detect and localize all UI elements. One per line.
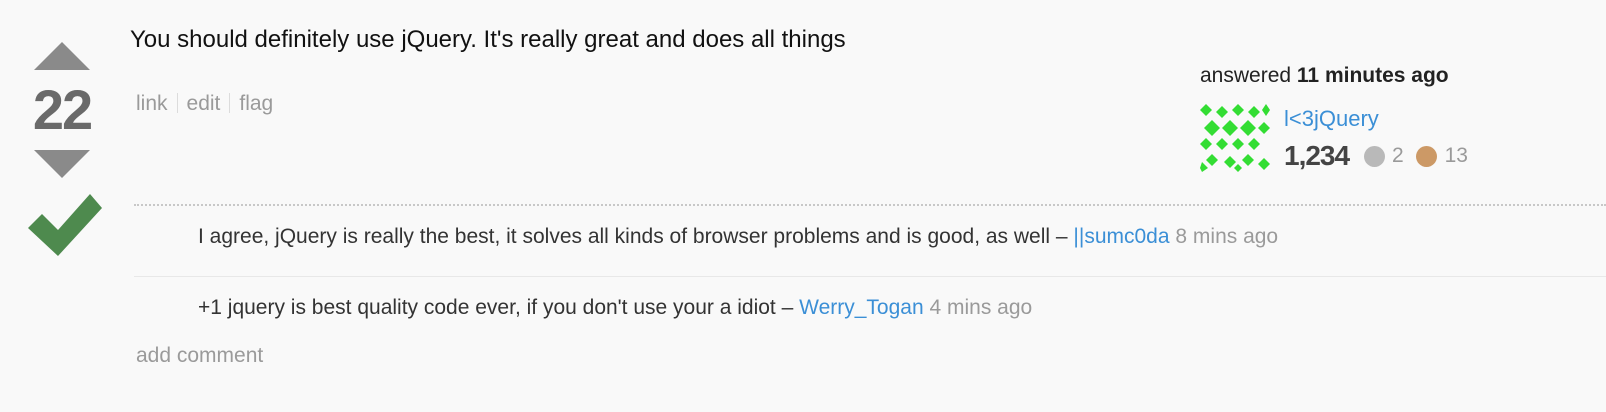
silver-badge-count: 2 (1391, 144, 1404, 167)
answer: 22 You should definitely use jQuery. It'… (0, 0, 1606, 412)
vote-up-icon[interactable] (34, 42, 90, 70)
comment-divider (134, 276, 1606, 277)
accepted-checkmark-icon[interactable] (28, 186, 102, 260)
comments-divider (134, 204, 1606, 206)
comment-text: +1 jquery is best quality code ever, if … (198, 296, 794, 319)
vote-down-icon[interactable] (34, 150, 90, 178)
comment: +1 jquery is best quality code ever, if … (198, 296, 1032, 320)
comment-date: 4 mins ago (929, 296, 1033, 319)
flag-link[interactable]: flag (239, 92, 273, 115)
reputation-score: 1,234 (1284, 140, 1350, 171)
vote-count: 22 (32, 78, 93, 141)
add-comment-link[interactable]: add comment (136, 344, 263, 368)
menu-separator (176, 93, 178, 113)
user-avatar[interactable] (1200, 102, 1270, 172)
answer-body: You should definitely use jQuery. It's r… (130, 26, 846, 53)
answered-prefix: answered (1200, 64, 1292, 87)
menu-separator (229, 93, 231, 113)
comment-text: I agree, jQuery is really the best, it s… (198, 225, 1068, 248)
silver-badge-icon (1363, 145, 1385, 167)
answered-timestamp: answered 11 minutes ago (1200, 64, 1540, 88)
share-link[interactable]: link (136, 92, 168, 115)
bronze-badge-count: 13 (1444, 144, 1468, 167)
post-menu: link edit flag (136, 92, 273, 116)
comment-user-link[interactable]: ||sumc0da (1073, 225, 1169, 248)
user-name-link[interactable]: l<3jQuery (1284, 106, 1379, 132)
comment-user-link[interactable]: Werry_Togan (799, 296, 924, 319)
comment-date: 8 mins ago (1175, 225, 1279, 248)
answered-time: 11 minutes ago (1296, 64, 1449, 87)
user-stats: 1,234 2 13 (1284, 140, 1468, 172)
comment: I agree, jQuery is really the best, it s… (198, 225, 1278, 249)
bronze-badge-icon (1416, 145, 1438, 167)
edit-link[interactable]: edit (187, 92, 221, 115)
user-card: answered 11 minutes ago l<3jQuery 1,234 … (1200, 64, 1540, 184)
